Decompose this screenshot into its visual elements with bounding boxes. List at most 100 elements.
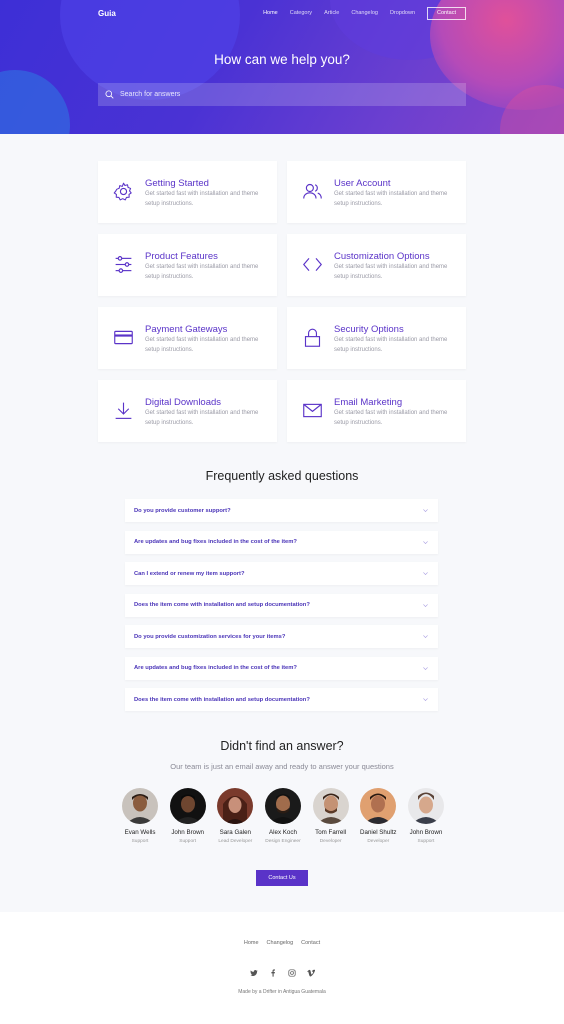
- member-role: Design Engineer: [265, 839, 301, 844]
- hero-section: Guia Home Category Article Changelog Dro…: [0, 0, 564, 134]
- chevron-down-icon: [423, 635, 428, 638]
- footer-link-home[interactable]: Home: [244, 940, 259, 946]
- card-title: Product Features: [145, 251, 218, 262]
- faq-item[interactable]: Do you provide customization services fo…: [125, 625, 438, 648]
- member-role: Support: [417, 839, 435, 844]
- code-icon: [302, 254, 323, 275]
- nav-link-article[interactable]: Article: [324, 10, 339, 16]
- contact-us-button[interactable]: Contact Us: [256, 870, 308, 886]
- hero-blob: [0, 70, 70, 134]
- faq-item[interactable]: Are updates and bug fixes included in th…: [125, 656, 438, 680]
- facebook-icon[interactable]: [269, 964, 277, 982]
- card-description: Get started fast with installation and t…: [334, 264, 448, 280]
- faq-item[interactable]: Does the item come with installation and…: [125, 688, 438, 711]
- faq-question: Are updates and bug fixes included in th…: [134, 665, 297, 671]
- card-description: Get started fast with installation and t…: [145, 264, 259, 280]
- nav-link-changelog[interactable]: Changelog: [351, 10, 378, 16]
- chevron-down-icon: [423, 540, 428, 544]
- nav-contact-button[interactable]: Contact: [427, 6, 466, 20]
- twitter-icon[interactable]: [249, 964, 258, 982]
- hero-title: How can we help you?: [214, 52, 350, 67]
- faq-title: Frequently asked questions: [205, 469, 359, 483]
- member-name: John Brown: [171, 829, 204, 836]
- card-description: Get started fast with installation and t…: [145, 337, 259, 353]
- nav-link-home[interactable]: Home: [263, 10, 278, 16]
- instagram-icon[interactable]: [287, 964, 296, 982]
- chevron-down-icon: [423, 603, 428, 607]
- nav-link-category[interactable]: Category: [290, 10, 312, 16]
- team-title: Didn't find an answer?: [220, 739, 344, 753]
- member-name: Evan Wells: [124, 829, 156, 836]
- card-description: Get started fast with installation and t…: [334, 337, 448, 353]
- card-title: Digital Downloads: [145, 397, 222, 408]
- team-member: Evan Wells Support: [118, 788, 162, 844]
- faq-item[interactable]: Do you provide customer support?: [125, 499, 438, 522]
- member-role: Developer: [319, 839, 342, 844]
- faq-question: Do you provide customer support?: [134, 507, 231, 514]
- avatar: [217, 788, 254, 824]
- search-input[interactable]: Search for answers: [98, 83, 466, 106]
- faq-question: Are updates and bug fixes included in th…: [134, 539, 297, 545]
- team-member: John Brown Support: [166, 788, 210, 844]
- social-links: [0, 964, 564, 982]
- team-member: Sara Galen Lead Developer: [213, 788, 257, 844]
- category-card-email-marketing[interactable]: Email Marketing Get started fast with in…: [287, 380, 466, 442]
- card-title: Getting Started: [145, 178, 209, 189]
- category-card-getting-started[interactable]: Getting Started Get started fast with in…: [98, 161, 277, 223]
- faq-item[interactable]: Can I extend or renew my item support?: [125, 562, 438, 585]
- card-description: Get started fast with installation and t…: [334, 191, 448, 207]
- faq-item[interactable]: Does the item come with installation and…: [125, 593, 438, 617]
- mail-icon: [302, 400, 323, 421]
- footer-link-contact[interactable]: Contact: [301, 940, 320, 946]
- chevron-down-icon: [423, 698, 428, 701]
- category-card-customization-options[interactable]: Customization Options Get started fast w…: [287, 234, 466, 296]
- faq-question: Do you provide customization services fo…: [134, 633, 286, 640]
- footer: Home Changelog Contact Made by a Drifter…: [0, 912, 564, 1024]
- footer-link-changelog[interactable]: Changelog: [267, 940, 294, 946]
- card-title: Payment Gateways: [145, 324, 228, 335]
- footer-links: Home Changelog Contact: [0, 940, 564, 946]
- member-role: Support: [179, 839, 197, 844]
- card-description: Get started fast with installation and t…: [334, 410, 448, 426]
- avatar: [264, 788, 301, 824]
- avatar: [407, 788, 444, 824]
- team-member: Alex Koch Design Engineer: [261, 788, 305, 844]
- gear-icon: [113, 181, 134, 202]
- card-title: Security Options: [334, 324, 404, 335]
- faq-question: Can I extend or renew my item support?: [134, 570, 245, 577]
- member-name: Sara Galen: [219, 829, 251, 836]
- logo[interactable]: Guia: [98, 9, 116, 18]
- team-member: Daniel Shultz Developer: [356, 788, 400, 844]
- avatar: [169, 788, 206, 824]
- category-card-payment-gateways[interactable]: Payment Gateways Get started fast with i…: [98, 307, 277, 369]
- team-member: Tom Farrell Developer: [309, 788, 353, 844]
- faq-item[interactable]: Are updates and bug fixes included in th…: [125, 530, 438, 554]
- search-placeholder: Search for answers: [120, 91, 181, 98]
- member-name: Alex Koch: [269, 829, 297, 836]
- member-role: Developer: [367, 839, 390, 844]
- category-grid: Getting Started Get started fast with in…: [98, 161, 466, 442]
- team-list: Evan Wells Support John Brown Support Sa…: [118, 788, 448, 844]
- vimeo-icon[interactable]: [306, 964, 315, 982]
- faq-question: Does the item come with installation and…: [134, 602, 310, 608]
- category-card-digital-downloads[interactable]: Digital Downloads Get started fast with …: [98, 380, 277, 442]
- category-card-product-features[interactable]: Product Features Get started fast with i…: [98, 234, 277, 296]
- card-title: Customization Options: [334, 251, 430, 262]
- member-role: Lead Developer: [218, 839, 253, 844]
- member-name: Tom Farrell: [315, 829, 347, 836]
- nav-links: Home Category Article Changelog Dropdown…: [263, 6, 466, 20]
- card-title: User Account: [334, 178, 391, 189]
- card-description: Get started fast with installation and t…: [145, 191, 259, 207]
- sliders-icon: [113, 254, 134, 275]
- category-card-user-account[interactable]: User Account Get started fast with insta…: [287, 161, 466, 223]
- team-subtitle: Our team is just an email away and ready…: [170, 762, 394, 771]
- member-role: Support: [131, 839, 149, 844]
- search-icon: [105, 86, 114, 104]
- footer-copyright: Made by a Drifter in Antigua Guatemala: [238, 989, 326, 995]
- top-nav: Guia Home Category Article Changelog Dro…: [98, 6, 466, 20]
- nav-link-dropdown[interactable]: Dropdown: [390, 10, 415, 16]
- avatar: [360, 788, 397, 824]
- chevron-down-icon: [423, 666, 428, 670]
- category-card-security-options[interactable]: Security Options Get started fast with i…: [287, 307, 466, 369]
- team-member: John Brown Support: [404, 788, 448, 844]
